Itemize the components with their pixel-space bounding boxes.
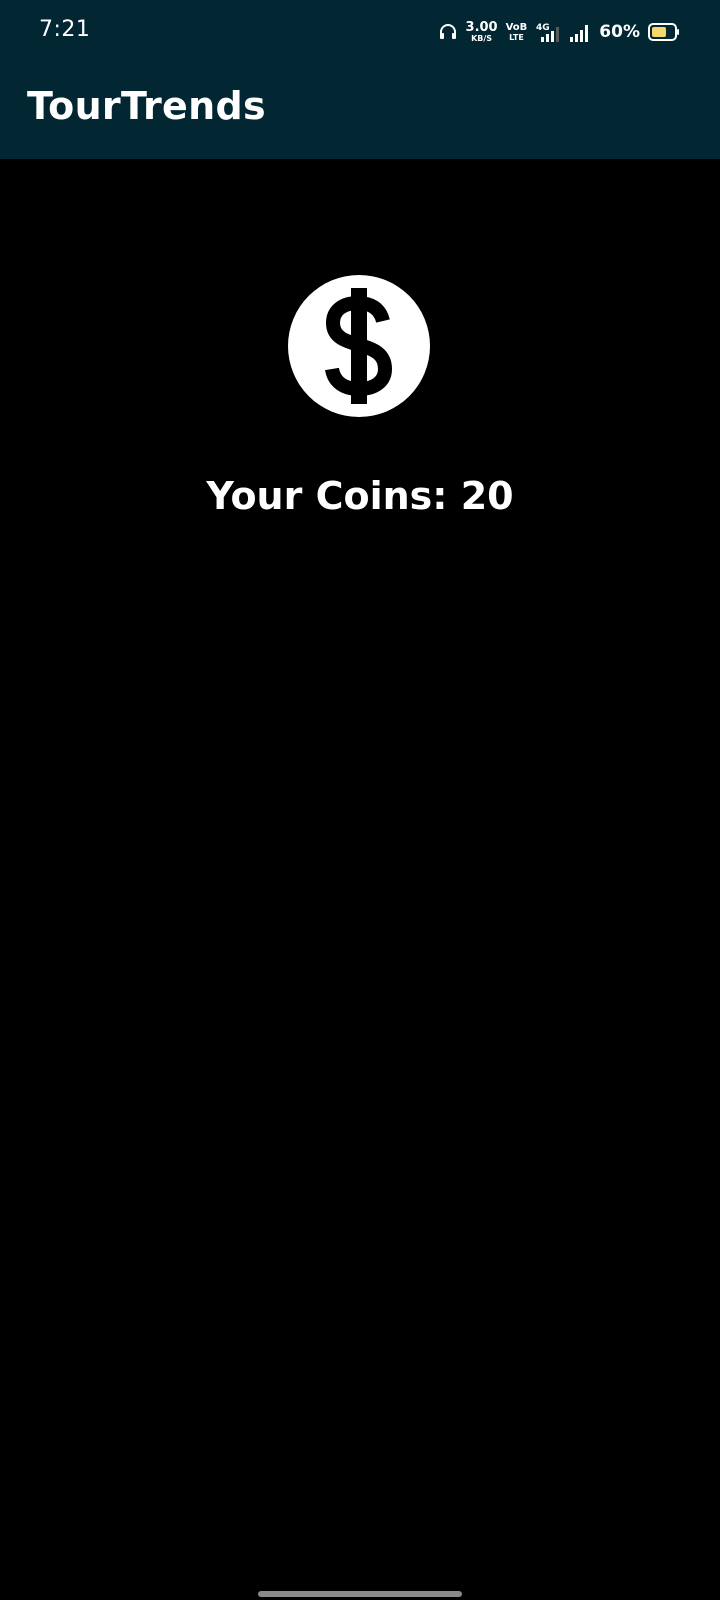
net-speed: 3.00 KB/S [466,21,498,43]
volte-indicator: VoB LTE [505,21,528,42]
status-time: 7:21 [39,17,91,42]
signal-4g-icon: 4G [536,23,560,42]
status-icons: 3.00 KB/S VoB LTE 4G 60% [438,18,680,46]
volte-bottom: LTE [509,32,524,42]
app-title: TourTrends [27,84,266,128]
coins-balance-label: Your Coins: 20 [206,474,514,518]
app-bar: 7:21 3.00 KB/S VoB LTE 4G 60% TourTrends [0,0,720,159]
battery-percent: 60% [599,22,640,42]
signal-icon [570,25,589,42]
battery-icon [648,23,679,41]
dollar-coin-icon [288,275,430,417]
volte-top: VoB [505,21,528,33]
net-speed-value: 3.00 [465,20,498,35]
status-bar: 7:21 3.00 KB/S VoB LTE 4G 60% [0,0,720,64]
screen: 7:21 3.00 KB/S VoB LTE 4G 60% TourTrends… [0,0,720,1600]
network-type-label: 4G [536,23,550,33]
headphones-icon [439,24,456,39]
net-speed-unit: KB/S [471,34,493,43]
home-indicator[interactable] [258,1591,462,1597]
